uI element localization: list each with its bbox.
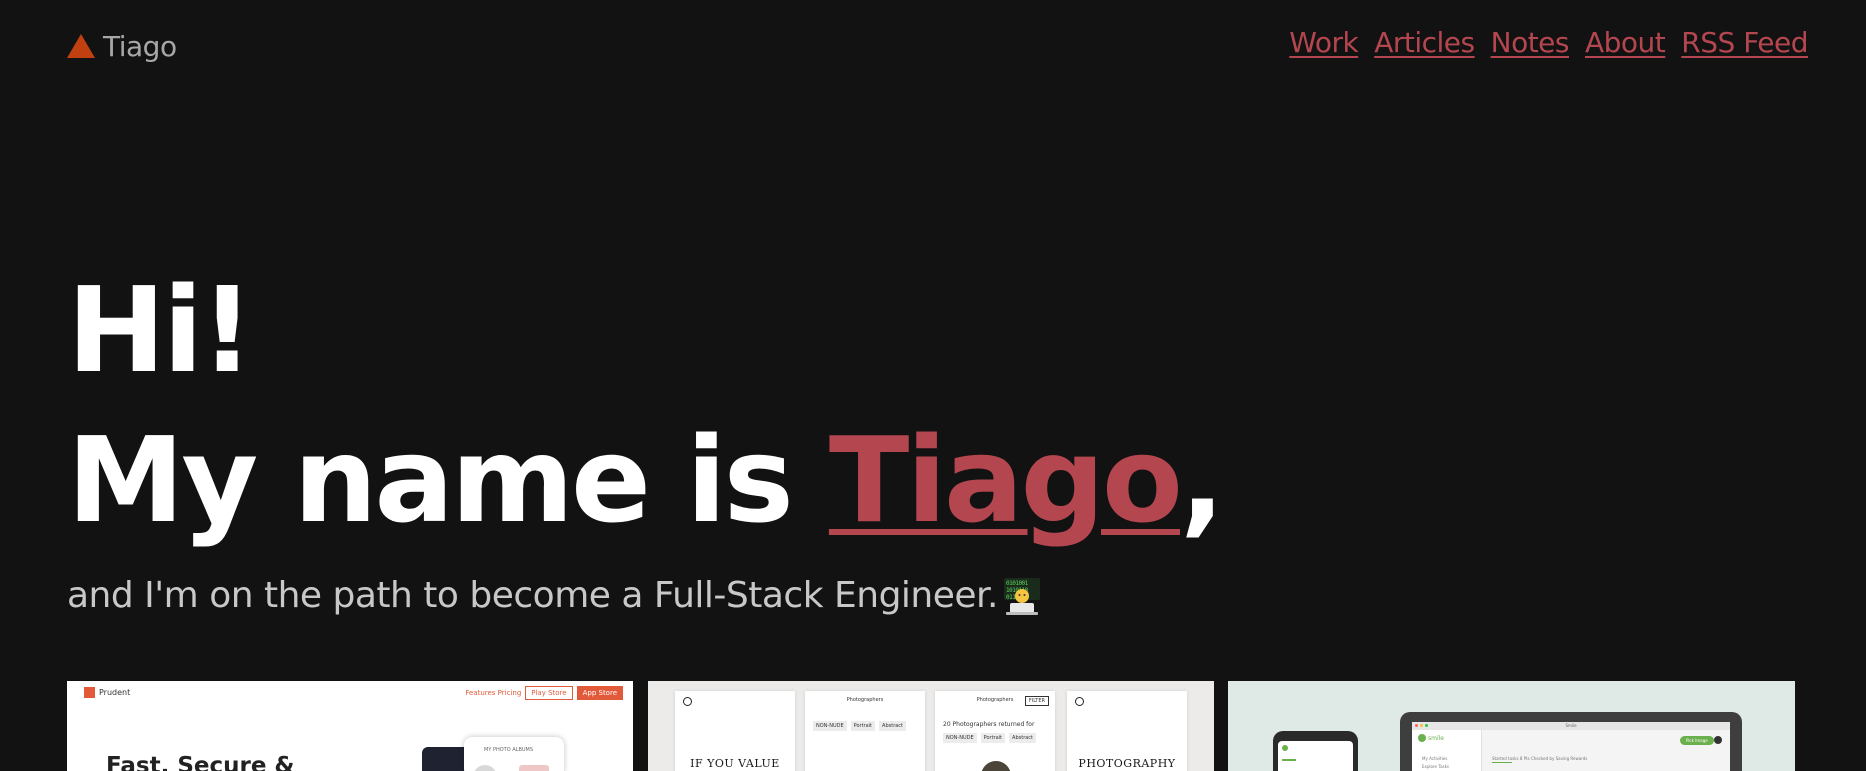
photographers-tag: NON-NUDE [943, 733, 977, 743]
smile-sidebar-item: My Activities [1422, 756, 1448, 761]
hero-intro: My name is Tiago, [67, 405, 1367, 555]
photographers-tag: Abstract [879, 721, 907, 731]
svg-text:0101001: 0101001 [1006, 580, 1029, 587]
prudent-nav-links: Features Pricing [465, 689, 522, 697]
hero-intro-prefix: My name is [67, 411, 829, 549]
prudent-phone-dark [422, 747, 470, 771]
nav-link-about[interactable]: About [1585, 26, 1666, 59]
prudent-brand-text: Prudent [99, 688, 131, 697]
hero-section: Hi! My name is Tiago, [67, 255, 1367, 555]
photographers-count: 20 Photographers returned for [943, 721, 1035, 728]
hero-name-link[interactable]: Tiago [829, 411, 1183, 549]
smile-pill-button: Pick Image [1680, 736, 1714, 745]
prudent-play-store-button: Play Store [525, 686, 573, 700]
photographers-panel-4: PHOTOGRAPHYTHE NEW WAY [1067, 691, 1187, 771]
photographers-tag: Portrait [980, 733, 1006, 743]
photographers-panel-1: IF YOU VALUEYOUR WORK [675, 691, 795, 771]
technologist-emoji-icon: 0101001 1010110 0110101 [1002, 576, 1042, 616]
hero-subtitle: and I'm on the path to become a Full-Sta… [67, 575, 1042, 616]
logo-link[interactable]: Tiago [67, 28, 177, 64]
smile-sidebar-item: Explore Tasks [1422, 764, 1449, 769]
page: Tiago Work Articles Notes About RSS Feed… [0, 0, 1866, 771]
smile-logo-text: smile [1428, 734, 1444, 742]
logo-text: Tiago [103, 29, 177, 63]
smile-url: Smile [1565, 723, 1577, 728]
photographers-panel-2: Photographers NON-NUDE Portrait Abstract [805, 691, 925, 771]
prudent-nav: Features Pricing Play Store App Store [465, 686, 623, 700]
main-nav: Work Articles Notes About RSS Feed [1289, 26, 1808, 59]
photographers-title: Photographers [846, 697, 884, 703]
nav-link-articles[interactable]: Articles [1374, 26, 1475, 59]
hero-greeting: Hi! [67, 261, 254, 399]
nav-link-rss-feed[interactable]: RSS Feed [1681, 26, 1808, 59]
photographers-logo-icon [683, 697, 692, 706]
photographers-panel-3: Photographers FILTER 20 Photographers re… [935, 691, 1055, 771]
photographer-avatar [981, 761, 1011, 771]
smile-laptop: Smile smile My Activities Explore Tasks … [1400, 712, 1742, 771]
triangle-logo-icon [67, 34, 95, 58]
photographers-serif-text: IF YOU VALUEYOUR WORK [690, 757, 780, 771]
smile-phone-logo-icon [1282, 745, 1288, 751]
prudent-photo-thumb-pink [519, 765, 549, 771]
smile-tab-underline [1492, 762, 1512, 763]
smile-sidebar: smile My Activities Explore Tasks [1412, 730, 1482, 771]
smile-logo-icon [1418, 734, 1426, 742]
photographers-tags: NON-NUDE Portrait Abstract [813, 721, 907, 731]
project-card-smile[interactable]: Smile smile My Activities Explore Tasks … [1228, 681, 1795, 771]
prudent-logo-icon [84, 687, 95, 698]
project-card-prudent[interactable]: Prudent Features Pricing Play Store App … [67, 681, 633, 771]
hero-intro-suffix: , [1180, 411, 1225, 549]
site-header: Tiago Work Articles Notes About RSS Feed [0, 0, 1866, 92]
photographers-filter: FILTER [1024, 696, 1049, 706]
nav-link-work[interactable]: Work [1289, 26, 1358, 59]
smile-browser-bar: Smile [1412, 722, 1730, 730]
photographers-tag: Abstract [1009, 733, 1037, 743]
nav-link-notes[interactable]: Notes [1491, 26, 1570, 59]
smile-phone-screen [1278, 741, 1353, 771]
photographers-serif-text-2: PHOTOGRAPHYTHE NEW WAY [1078, 757, 1176, 771]
smile-user-avatar [1714, 736, 1722, 744]
project-cards: Prudent Features Pricing Play Store App … [67, 681, 1795, 771]
prudent-app-store-button: App Store [576, 686, 623, 700]
project-card-photographers[interactable]: IF YOU VALUEYOUR WORK Photographers NON-… [648, 681, 1214, 771]
smile-phone [1273, 731, 1358, 771]
photographers-tag: NON-NUDE [813, 721, 847, 731]
photographers-logo-icon-2 [1075, 697, 1084, 706]
smile-laptop-screen: Smile smile My Activities Explore Tasks … [1412, 722, 1730, 771]
smile-tabs: Started tasks 8 Pts Checked by Saving Re… [1492, 756, 1588, 761]
prudent-phone-title: MY PHOTO ALBUMS [484, 747, 534, 753]
photographers-tags-2: NON-NUDE Portrait Abstract [943, 733, 1037, 743]
smile-phone-tab-indicator [1282, 759, 1296, 761]
prudent-brand: Prudent [84, 687, 130, 698]
prudent-headline: Fast, Secure & [106, 753, 295, 771]
hero-subtitle-text: and I'm on the path to become a Full-Sta… [67, 575, 999, 616]
smile-logo: smile [1418, 734, 1444, 742]
photographers-tag: Portrait [850, 721, 876, 731]
